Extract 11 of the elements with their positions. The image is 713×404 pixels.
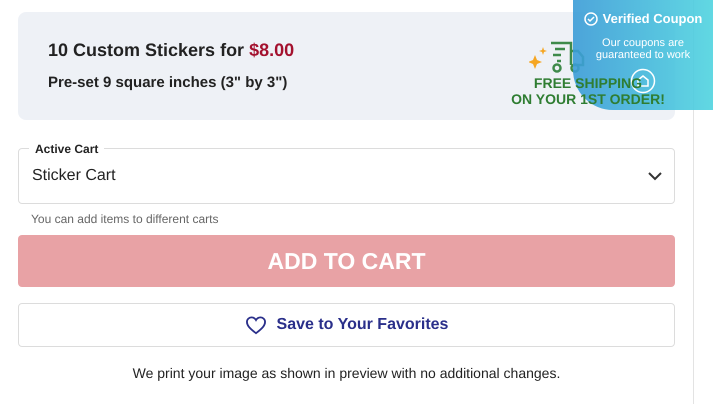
select-value: Sticker Cart	[32, 166, 116, 186]
helper-text: You can add items to different carts	[31, 211, 220, 228]
offer-subtitle: Pre-set 9 square inches (3" by 3")	[48, 73, 288, 94]
save-favorites-button[interactable]: Save to Your Favorites	[18, 303, 675, 347]
check-circle-icon	[584, 12, 598, 26]
heart-icon	[244, 316, 267, 334]
badge-title: Verified Coupon	[602, 10, 702, 28]
print-note: We print your image as shown in preview with no additional changes.	[132, 364, 562, 383]
chevron-down-icon	[648, 172, 662, 180]
badge-text: Our coupons are guaranteed to work	[594, 36, 692, 60]
offer-title: 10 Custom Stickers for $8.00	[48, 39, 294, 62]
